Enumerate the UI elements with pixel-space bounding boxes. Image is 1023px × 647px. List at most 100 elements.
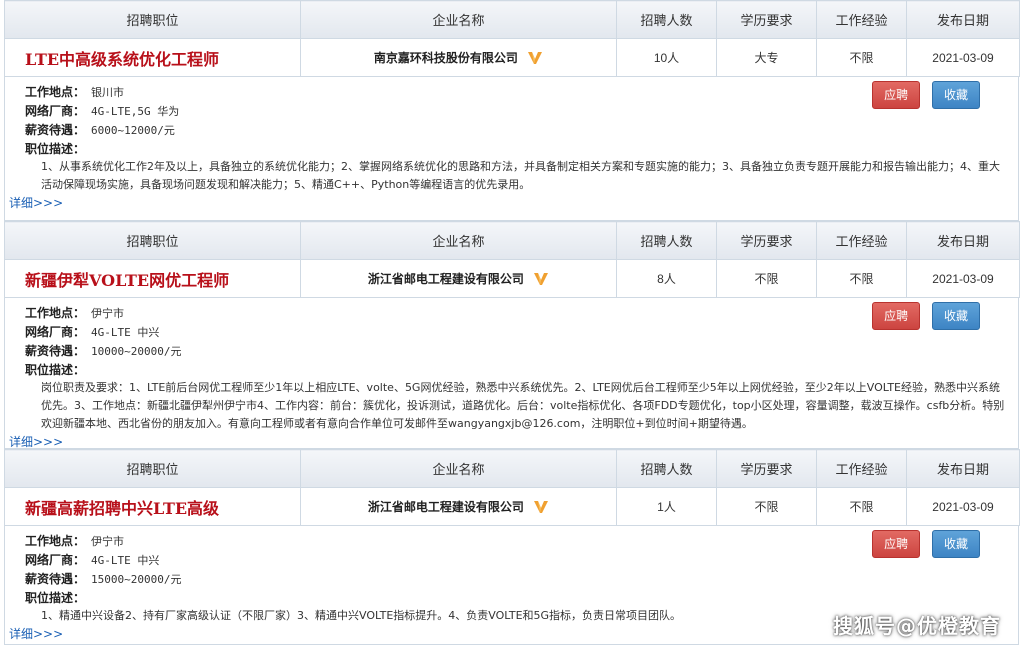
count-cell: 1人 — [616, 487, 717, 526]
job-summary-row: 新疆高薪招聘中兴LTE高级 浙江省邮电工程建设有限公司 1人 不限 不限 202… — [4, 487, 1020, 526]
salary-label: 薪资待遇： — [25, 572, 86, 586]
experience-cell: 不限 — [816, 487, 907, 526]
job-title-link[interactable]: LTE中高级系统优化工程师 — [25, 50, 219, 69]
header-company: 企业名称 — [300, 0, 617, 39]
location-label: 工作地点： — [25, 306, 86, 320]
salary-field: 薪资待遇： 10000~20000/元 — [11, 342, 1010, 361]
description-text: 岗位职责及要求：1、LTE前后台网优工程师至少1年以上相应LTE、volte、5… — [41, 381, 1005, 430]
education-cell: 大专 — [716, 38, 817, 77]
watermark: 搜狐号@优橙教育 — [833, 614, 1001, 638]
location-field: 工作地点： 银川市 — [11, 83, 1010, 102]
header-company: 企业名称 — [300, 221, 617, 260]
description-text: 1、从事系统优化工作2年及以上，具备独立的系统优化能力；2、掌握网络系统优化的思… — [41, 160, 1000, 191]
job-detail: 应聘 收藏 工作地点： 银川市 网络厂商： 4G-LTE,5G 华为 薪资待遇： 60… — [4, 77, 1019, 221]
job-title-cell: 新疆高薪招聘中兴LTE高级 — [4, 487, 301, 526]
header-date: 发布日期 — [906, 0, 1020, 39]
job-title-link[interactable]: 新疆高薪招聘中兴LTE高级 — [25, 499, 219, 518]
action-buttons: 应聘 收藏 — [864, 302, 980, 330]
company-cell: 浙江省邮电工程建设有限公司 — [300, 487, 617, 526]
vendor-field: 网络厂商： 4G-LTE,5G 华为 — [11, 102, 1010, 121]
date-cell: 2021-03-09 — [906, 259, 1020, 298]
header-position: 招聘职位 — [4, 0, 301, 39]
education-cell: 不限 — [716, 259, 817, 298]
job-title-cell: 新疆伊犁VOLTE网优工程师 — [4, 259, 301, 298]
experience-cell: 不限 — [816, 38, 907, 77]
column-header-row: 招聘职位 企业名称 招聘人数 学历要求 工作经验 发布日期 — [4, 0, 1020, 39]
action-buttons: 应聘 收藏 — [864, 81, 980, 109]
header-education: 学历要求 — [716, 449, 817, 488]
header-experience: 工作经验 — [816, 0, 907, 39]
job-header-table: 招聘职位 企业名称 招聘人数 学历要求 工作经验 发布日期 新疆高薪招聘中兴LT… — [4, 449, 1020, 526]
header-experience: 工作经验 — [816, 449, 907, 488]
column-header-row: 招聘职位 企业名称 招聘人数 学历要求 工作经验 发布日期 — [4, 449, 1020, 488]
vendor-value: 4G-LTE 中兴 — [91, 326, 160, 339]
date-cell: 2021-03-09 — [906, 38, 1020, 77]
salary-value: 10000~20000/元 — [91, 345, 182, 358]
description-label: 职位描述： — [25, 142, 86, 156]
header-experience: 工作经验 — [816, 221, 907, 260]
company-link[interactable]: 浙江省邮电工程建设有限公司 — [368, 272, 524, 286]
save-button[interactable]: 收藏 — [932, 530, 980, 558]
company-cell: 南京嘉环科技股份有限公司 — [300, 38, 617, 77]
vendor-field: 网络厂商： 4G-LTE 中兴 — [11, 323, 1010, 342]
job-summary-row: 新疆伊犁VOLTE网优工程师 浙江省邮电工程建设有限公司 8人 不限 不限 20… — [4, 259, 1020, 298]
location-field: 工作地点： 伊宁市 — [11, 304, 1010, 323]
description-label: 职位描述： — [25, 591, 86, 605]
details-link[interactable]: 详细>>> — [9, 194, 1010, 212]
apply-button[interactable]: 应聘 — [872, 302, 921, 330]
job-summary-row: LTE中高级系统优化工程师 南京嘉环科技股份有限公司 10人 大专 不限 202… — [4, 38, 1020, 77]
company-link[interactable]: 浙江省邮电工程建设有限公司 — [368, 500, 524, 514]
salary-label: 薪资待遇： — [25, 344, 86, 358]
header-education: 学历要求 — [716, 221, 817, 260]
job-detail: 应聘 收藏 工作地点： 伊宁市 网络厂商： 4G-LTE 中兴 薪资待遇： 10000… — [4, 298, 1019, 449]
salary-field: 薪资待遇： 15000~20000/元 — [11, 570, 1010, 589]
location-label: 工作地点： — [25, 85, 86, 99]
vendor-value: 4G-LTE 中兴 — [91, 554, 160, 567]
date-cell: 2021-03-09 — [906, 487, 1020, 526]
header-education: 学历要求 — [716, 0, 817, 39]
location-value: 银川市 — [91, 86, 124, 99]
count-cell: 10人 — [616, 38, 717, 77]
job-list: 招聘职位 企业名称 招聘人数 学历要求 工作经验 发布日期 LTE中高级系统优化… — [4, 0, 1020, 645]
location-value: 伊宁市 — [91, 535, 124, 548]
verified-v-icon — [528, 52, 543, 64]
job-header-table: 招聘职位 企业名称 招聘人数 学历要求 工作经验 发布日期 LTE中高级系统优化… — [4, 0, 1020, 77]
vendor-field: 网络厂商： 4G-LTE 中兴 — [11, 551, 1010, 570]
header-date: 发布日期 — [906, 449, 1020, 488]
education-cell: 不限 — [716, 487, 817, 526]
header-count: 招聘人数 — [616, 221, 717, 260]
header-date: 发布日期 — [906, 221, 1020, 260]
verified-v-icon — [534, 273, 549, 285]
header-position: 招聘职位 — [4, 449, 301, 488]
job-card: 招聘职位 企业名称 招聘人数 学历要求 工作经验 发布日期 LTE中高级系统优化… — [4, 0, 1020, 221]
save-button[interactable]: 收藏 — [932, 81, 980, 109]
company-link[interactable]: 南京嘉环科技股份有限公司 — [374, 51, 518, 65]
salary-field: 薪资待遇： 6000~12000/元 — [11, 121, 1010, 140]
job-title-cell: LTE中高级系统优化工程师 — [4, 38, 301, 77]
vendor-value: 4G-LTE,5G 华为 — [91, 105, 180, 118]
header-position: 招聘职位 — [4, 221, 301, 260]
header-company: 企业名称 — [300, 449, 617, 488]
count-cell: 8人 — [616, 259, 717, 298]
location-field: 工作地点： 伊宁市 — [11, 532, 1010, 551]
vendor-label: 网络厂商： — [25, 325, 86, 339]
vendor-label: 网络厂商： — [25, 553, 86, 567]
salary-value: 6000~12000/元 — [91, 124, 175, 137]
header-count: 招聘人数 — [616, 449, 717, 488]
job-header-table: 招聘职位 企业名称 招聘人数 学历要求 工作经验 发布日期 新疆伊犁VOLTE网… — [4, 221, 1020, 298]
header-count: 招聘人数 — [616, 0, 717, 39]
save-button[interactable]: 收藏 — [932, 302, 980, 330]
job-title-link[interactable]: 新疆伊犁VOLTE网优工程师 — [25, 271, 229, 290]
apply-button[interactable]: 应聘 — [872, 530, 921, 558]
salary-label: 薪资待遇： — [25, 123, 86, 137]
description-label: 职位描述： — [25, 363, 86, 377]
job-card: 招聘职位 企业名称 招聘人数 学历要求 工作经验 发布日期 新疆伊犁VOLTE网… — [4, 221, 1020, 449]
experience-cell: 不限 — [816, 259, 907, 298]
verified-v-icon — [534, 501, 549, 513]
location-value: 伊宁市 — [91, 307, 124, 320]
company-cell: 浙江省邮电工程建设有限公司 — [300, 259, 617, 298]
apply-button[interactable]: 应聘 — [872, 81, 921, 109]
location-label: 工作地点： — [25, 534, 86, 548]
salary-value: 15000~20000/元 — [91, 573, 182, 586]
vendor-label: 网络厂商： — [25, 104, 86, 118]
